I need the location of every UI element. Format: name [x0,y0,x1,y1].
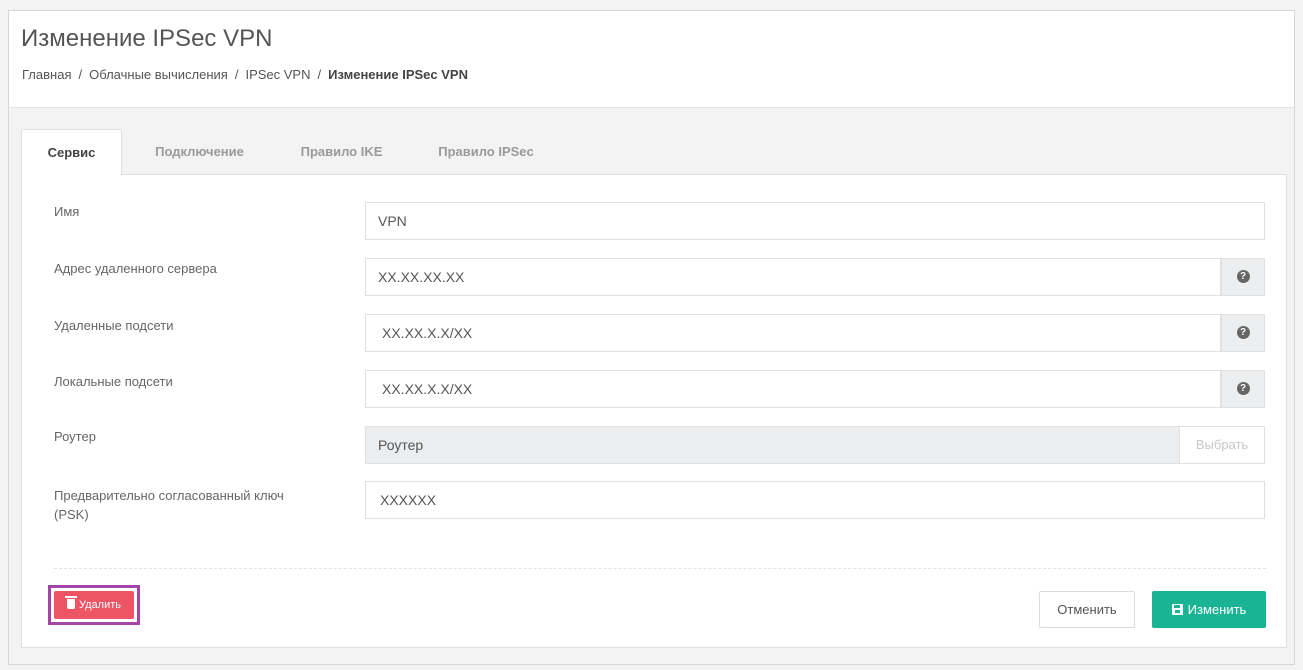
local-subnets-help-addon[interactable]: ? [1221,370,1265,408]
floppy-disk-icon [1171,604,1183,615]
edit-card: Сервис Подключение Правило IKE Правило I… [21,129,1287,648]
tab-ike-rule[interactable]: Правило IKE [283,129,400,174]
local-subnets-label: Локальные подсети [54,374,173,389]
breadcrumb-separator: / [234,67,239,82]
breadcrumb-current: Изменение IPSec VPN [328,67,468,82]
breadcrumb-home[interactable]: Главная [22,67,71,82]
question-circle-icon: ? [1236,326,1250,340]
save-button[interactable]: Изменить [1152,591,1266,628]
app-frame: Изменение IPSec VPN Главная / Облачные выч… [8,10,1295,665]
save-button-label: Изменить [1187,602,1247,617]
trash-icon [65,596,77,609]
name-label: Имя [54,204,80,219]
delete-button-highlight: Удалить [48,585,140,625]
psk-label: Предварительно согласованный ключ (PSK) [54,486,284,524]
remote-server-label: Адрес удаленного сервера [54,261,217,276]
breadcrumb-ipsec-vpn[interactable]: IPSec VPN [245,67,310,82]
delete-button-label: Удалить [79,599,121,611]
remote-server-input[interactable]: XX.XX.XX.XX [365,258,1221,296]
delete-button[interactable]: Удалить [54,591,134,619]
psk-label-line1: Предварительно согласованный ключ [54,488,284,503]
local-subnets-input[interactable]: XX.XX.X.X/XX [365,370,1221,408]
breadcrumb-separator: / [317,67,322,82]
page-header: Изменение IPSec VPN Главная / Облачные выч… [9,11,1294,108]
router-choose-button[interactable]: Выбрать [1179,426,1265,464]
breadcrumb: Главная / Облачные вычисления / IPSec VPN / Из… [22,67,468,82]
question-circle-icon: ? [1236,270,1250,284]
psk-label-line2: (PSK) [54,507,89,522]
page-title: Изменение IPSec VPN [21,25,273,52]
remote-subnets-input[interactable]: XX.XX.X.X/XX [365,314,1221,352]
psk-input[interactable]: XXXXXX [365,481,1265,519]
tab-bar: Сервис Подключение Правило IKE Правило I… [21,129,1287,175]
tab-ipsec-rule[interactable]: Правило IPSec [421,129,551,174]
remote-server-help-addon[interactable]: ? [1221,258,1265,296]
tab-service[interactable]: Сервис [21,129,122,175]
breadcrumb-cloud-computing[interactable]: Облачные вычисления [89,67,228,82]
router-label: Роутер [54,429,96,444]
question-circle-icon: ? [1236,382,1250,396]
remote-subnets-label: Удаленные подсети [54,318,174,333]
name-input[interactable]: VPN [365,202,1265,240]
breadcrumb-separator: / [78,67,83,82]
remote-subnets-help-addon[interactable]: ? [1221,314,1265,352]
form-divider [54,568,1266,569]
service-panel: Имя VPN Адрес удаленного сервера XX.XX.X… [21,174,1287,648]
cancel-button[interactable]: Отменить [1039,591,1135,628]
tab-connection[interactable]: Подключение [133,129,266,174]
router-input: Роутер [365,426,1180,464]
